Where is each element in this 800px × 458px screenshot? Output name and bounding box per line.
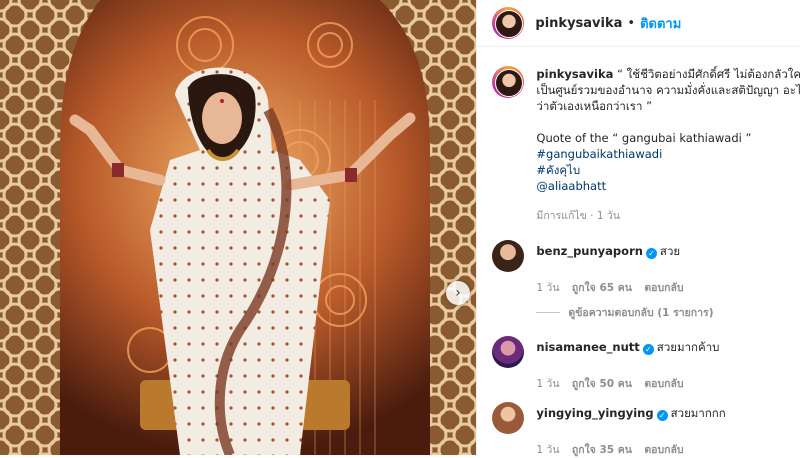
commenter-username[interactable]: nisamanee_nutt (536, 340, 639, 354)
caption-meta: มีการแก้ไข · 1 วัน (536, 210, 620, 222)
comment-text: สวยมากค้าบ (656, 340, 720, 354)
comment-time: 1 วัน (536, 444, 560, 456)
comment-text: สวย (659, 244, 681, 258)
comment-time: 1 วัน (536, 282, 560, 294)
replies-divider (536, 312, 561, 313)
comment-likes[interactable]: ถูกใจ 35 คน (572, 444, 632, 456)
reply-button[interactable]: ตอบกลับ (644, 378, 683, 390)
post-header: pinkysavika • ติดตาม (477, 0, 800, 47)
chevron-right-icon: › (455, 285, 461, 301)
mention-link[interactable]: @aliaabhatt (536, 179, 606, 193)
verified-badge-icon: ✓ (645, 248, 657, 259)
verified-badge-icon: ✓ (656, 410, 668, 421)
author-username[interactable]: pinkysavika (535, 16, 622, 31)
view-replies-button[interactable]: ดูข้อความตอบกลับ (1 รายการ) (536, 304, 714, 321)
post-photo-illustration (0, 0, 477, 455)
post-side-panel: pinkysavika • ติดตาม pinkysavika “ ใช้ชี… (476, 0, 800, 458)
comment-likes[interactable]: ถูกใจ 65 คน (572, 282, 632, 294)
reply-button[interactable]: ตอบกลับ (644, 282, 683, 294)
comment-likes[interactable]: ถูกใจ 50 คน (572, 378, 632, 390)
reply-button[interactable]: ตอบกลับ (644, 444, 683, 456)
post-caption: pinkysavika “ ใช้ชีวิตอย่างมีศักดิ์ศรี ไ… (492, 66, 800, 224)
hashtag-link[interactable]: #gangubaikathiawadi (536, 147, 662, 161)
post-image[interactable]: › (0, 0, 477, 455)
comment-item: yingying_yingying ✓ สวยมากกก 1 วัน ถูกใจ 3… (492, 402, 792, 458)
commenter-username[interactable]: yingying_yingying (536, 406, 653, 420)
commenter-avatar[interactable] (492, 240, 525, 272)
separator-dot: • (627, 15, 636, 31)
comment-item: benz_punyaporn ✓ สวย 1 วัน ถูกใจ 65 คน ตอบ… (492, 240, 792, 296)
caption-line-2: เป็นศูนย์รวมของอำนาจ ความมั่งคั่งและสติป… (536, 83, 800, 97)
caption-username[interactable]: pinkysavika (536, 67, 613, 81)
commenter-username[interactable]: benz_punyaporn (536, 244, 643, 258)
caption-line-1: “ ใช้ชีวิตอย่างมีศักดิ์ศรี ไม่ต้องกลัวใค… (617, 67, 800, 81)
hashtag-link[interactable]: #คังคุไบ (536, 163, 580, 177)
comment-text: สวยมากกก (670, 406, 726, 420)
caption-author-avatar[interactable] (492, 66, 525, 98)
commenter-avatar[interactable] (492, 402, 525, 434)
view-replies-label: ดูข้อความตอบกลับ (1 รายการ) (568, 307, 714, 319)
next-image-button[interactable]: › (446, 281, 470, 305)
author-avatar[interactable] (492, 7, 525, 39)
comment-item: nisamanee_nutt ✓ สวยมากค้าบ 1 วัน ถูกใจ 50… (492, 336, 792, 392)
caption-quote: Quote of the “ gangubai kathiawadi ” (536, 131, 752, 145)
comment-time: 1 วัน (536, 378, 560, 390)
instagram-post-view: › pinkysavika • ติดตาม pinkysavika “ ใช้… (0, 0, 800, 458)
caption-line-3: ว่าตัวเองเหนือกว่าเรา ” (536, 99, 653, 113)
commenter-avatar[interactable] (492, 336, 525, 368)
follow-button[interactable]: ติดตาม (640, 13, 681, 34)
verified-badge-icon: ✓ (642, 344, 654, 355)
